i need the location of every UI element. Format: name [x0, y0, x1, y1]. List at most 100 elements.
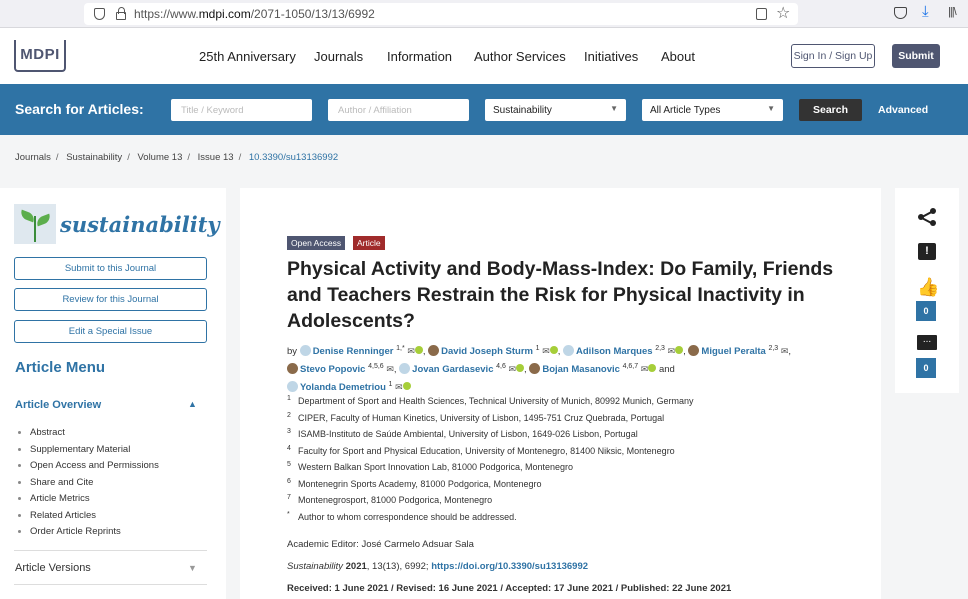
- bookmark-star-icon[interactable]: ☆: [776, 3, 790, 23]
- shield-icon[interactable]: [94, 8, 105, 20]
- article-overview-toggle[interactable]: Article Overview: [15, 399, 101, 411]
- nav-journals[interactable]: Journals: [314, 49, 363, 64]
- author-link[interactable]: Denise Renninger: [313, 346, 394, 357]
- orcid-icon[interactable]: [648, 364, 657, 373]
- article-versions-toggle[interactable]: Article Versions: [15, 562, 91, 574]
- envelope-icon[interactable]: ✉: [386, 364, 394, 374]
- search-button[interactable]: Search: [799, 99, 862, 121]
- nav-initiatives[interactable]: Initiatives: [584, 49, 638, 64]
- affiliation-item: 7 Montenegrosport, 81000 Podgorica, Monte…: [287, 494, 493, 505]
- author-link[interactable]: Adilson Marques: [576, 346, 653, 357]
- affiliation-item: 6 Montenegrin Sports Academy, 81000 Podgo…: [287, 477, 542, 489]
- divider: [14, 584, 207, 585]
- leaf-icon: [14, 204, 56, 244]
- overview-list: Abstract Supplementary Material Open Acc…: [18, 427, 159, 543]
- author-sup: 1: [388, 381, 393, 389]
- logo-text: MDPI: [20, 46, 60, 63]
- affiliation-item: 1 Department of Sport and Health Sciences…: [287, 395, 694, 406]
- publication-dates: Received: 1 June 2021 / Revised: 16 June…: [287, 583, 732, 594]
- keyword-input[interactable]: Title / Keyword: [171, 99, 312, 121]
- menu-item-open-access[interactable]: Open Access and Permissions: [18, 460, 159, 477]
- chevron-down-icon[interactable]: ▼: [188, 563, 197, 573]
- envelope-icon[interactable]: ✉: [668, 346, 676, 356]
- nav-information[interactable]: Information: [387, 49, 452, 64]
- article-panel: Open Access Article Physical Activity an…: [240, 188, 881, 599]
- nav-author-services[interactable]: Author Services: [474, 49, 566, 64]
- advanced-search-link[interactable]: Advanced: [878, 104, 928, 116]
- address-bar[interactable]: https://www.mdpi.com/2071-1050/13/13/699…: [84, 3, 798, 25]
- open-access-badge: Open Access: [287, 236, 346, 250]
- orcid-icon[interactable]: [516, 364, 525, 373]
- avatar: [287, 381, 298, 393]
- submit-to-journal-button[interactable]: Submit to this Journal: [14, 257, 207, 280]
- orcid-icon[interactable]: [549, 346, 558, 355]
- share-icon[interactable]: [918, 208, 936, 226]
- menu-item-metrics[interactable]: Article Metrics: [18, 493, 159, 510]
- author-sup: 2,3: [655, 345, 665, 352]
- citation-journal: Sustainability: [287, 561, 343, 572]
- search-label: Search for Articles:: [15, 101, 144, 117]
- envelope-icon[interactable]: ✉: [509, 364, 517, 374]
- pocket-icon[interactable]: [894, 7, 907, 19]
- journal-logo[interactable]: sustainability: [14, 204, 220, 246]
- download-icon[interactable]: ⤓: [922, 3, 929, 20]
- article-title: Physical Activity and Body-Mass-Index: D…: [287, 258, 834, 332]
- envelope-icon[interactable]: ✉: [395, 382, 403, 392]
- edit-special-issue-button[interactable]: Edit a Special Issue: [14, 320, 207, 343]
- citation-year: 2021: [345, 561, 367, 572]
- menu-item-related[interactable]: Related Articles: [18, 510, 159, 527]
- site-header: MDPI 25th Anniversary Journals Informati…: [0, 28, 968, 84]
- crumb-doi[interactable]: 10.3390/su13136992: [249, 152, 338, 163]
- orcid-icon[interactable]: [675, 346, 684, 355]
- author-link[interactable]: Miguel Peralta: [701, 346, 765, 357]
- reader-view-icon[interactable]: [756, 8, 767, 20]
- author-link[interactable]: Bojan Masanovic: [542, 364, 620, 375]
- article-tools: ! 👍 0 ... 0: [895, 188, 959, 393]
- menu-item-supplementary[interactable]: Supplementary Material: [18, 444, 159, 461]
- affiliation-item: * Author to whom correspondence should be…: [287, 510, 517, 522]
- crumb-issue[interactable]: Issue 13: [198, 152, 234, 163]
- crumb-volume[interactable]: Volume 13: [137, 152, 182, 163]
- mdpi-logo[interactable]: MDPI: [14, 40, 66, 72]
- author-list: by Denise Renninger 1,* ✉, David Joseph …: [287, 345, 792, 394]
- review-for-journal-button[interactable]: Review for this Journal: [14, 288, 207, 311]
- menu-item-abstract[interactable]: Abstract: [18, 427, 159, 444]
- menu-item-share-cite[interactable]: Share and Cite: [18, 477, 159, 494]
- divider: [14, 550, 207, 551]
- comment-icon[interactable]: ...: [917, 335, 937, 350]
- affiliation-item: 2 CIPER, Faculty of Human Kinetics, Unive…: [287, 411, 665, 423]
- library-icon[interactable]: |||\: [948, 6, 957, 18]
- article-type-select[interactable]: All Article Types ▼: [642, 99, 783, 121]
- nav-anniversary[interactable]: 25th Anniversary: [199, 49, 296, 64]
- orcid-icon[interactable]: [402, 382, 411, 391]
- menu-item-reprints[interactable]: Order Article Reprints: [18, 526, 159, 543]
- author-input[interactable]: Author / Affiliation: [328, 99, 469, 121]
- thumbs-up-icon[interactable]: 👍: [917, 277, 939, 298]
- sign-in-button[interactable]: Sign In / Sign Up: [791, 44, 875, 68]
- avatar: [299, 345, 311, 357]
- lock-icon[interactable]: [116, 7, 126, 20]
- author-sup: 2,3: [768, 345, 779, 352]
- envelope-icon[interactable]: ✉: [781, 346, 789, 356]
- submit-button[interactable]: Submit: [892, 44, 940, 68]
- journal-name: sustainability: [60, 212, 220, 237]
- envelope-icon[interactable]: ✉: [407, 346, 415, 356]
- nav-about[interactable]: About: [661, 49, 695, 64]
- citation-volume: , 13(13), 6992;: [366, 561, 429, 572]
- orcid-icon[interactable]: [414, 346, 423, 355]
- crumb-journals[interactable]: Journals: [15, 152, 51, 163]
- envelope-icon[interactable]: ✉: [542, 346, 550, 356]
- author-link[interactable]: Stevo Popovic: [300, 364, 365, 375]
- url-text[interactable]: https://www.mdpi.com/2071-1050/13/13/699…: [134, 7, 375, 21]
- envelope-icon[interactable]: ✉: [641, 364, 649, 374]
- author-link[interactable]: David Joseph Sturm: [441, 346, 533, 357]
- chevron-up-icon[interactable]: ▲: [188, 399, 197, 409]
- journal-select[interactable]: Sustainability ▼: [485, 99, 626, 121]
- report-icon[interactable]: !: [918, 243, 936, 260]
- crumb-journal[interactable]: Sustainability: [66, 152, 122, 163]
- chevron-down-icon: ▼: [610, 104, 618, 113]
- doi-link[interactable]: https://doi.org/10.3390/su13136992: [431, 561, 588, 572]
- author-link[interactable]: Yolanda Demetriou: [300, 382, 386, 393]
- author-link[interactable]: Jovan Gardasevic: [412, 364, 493, 375]
- affiliation-list: 1 Department of Sport and Health Sciences…: [287, 395, 847, 527]
